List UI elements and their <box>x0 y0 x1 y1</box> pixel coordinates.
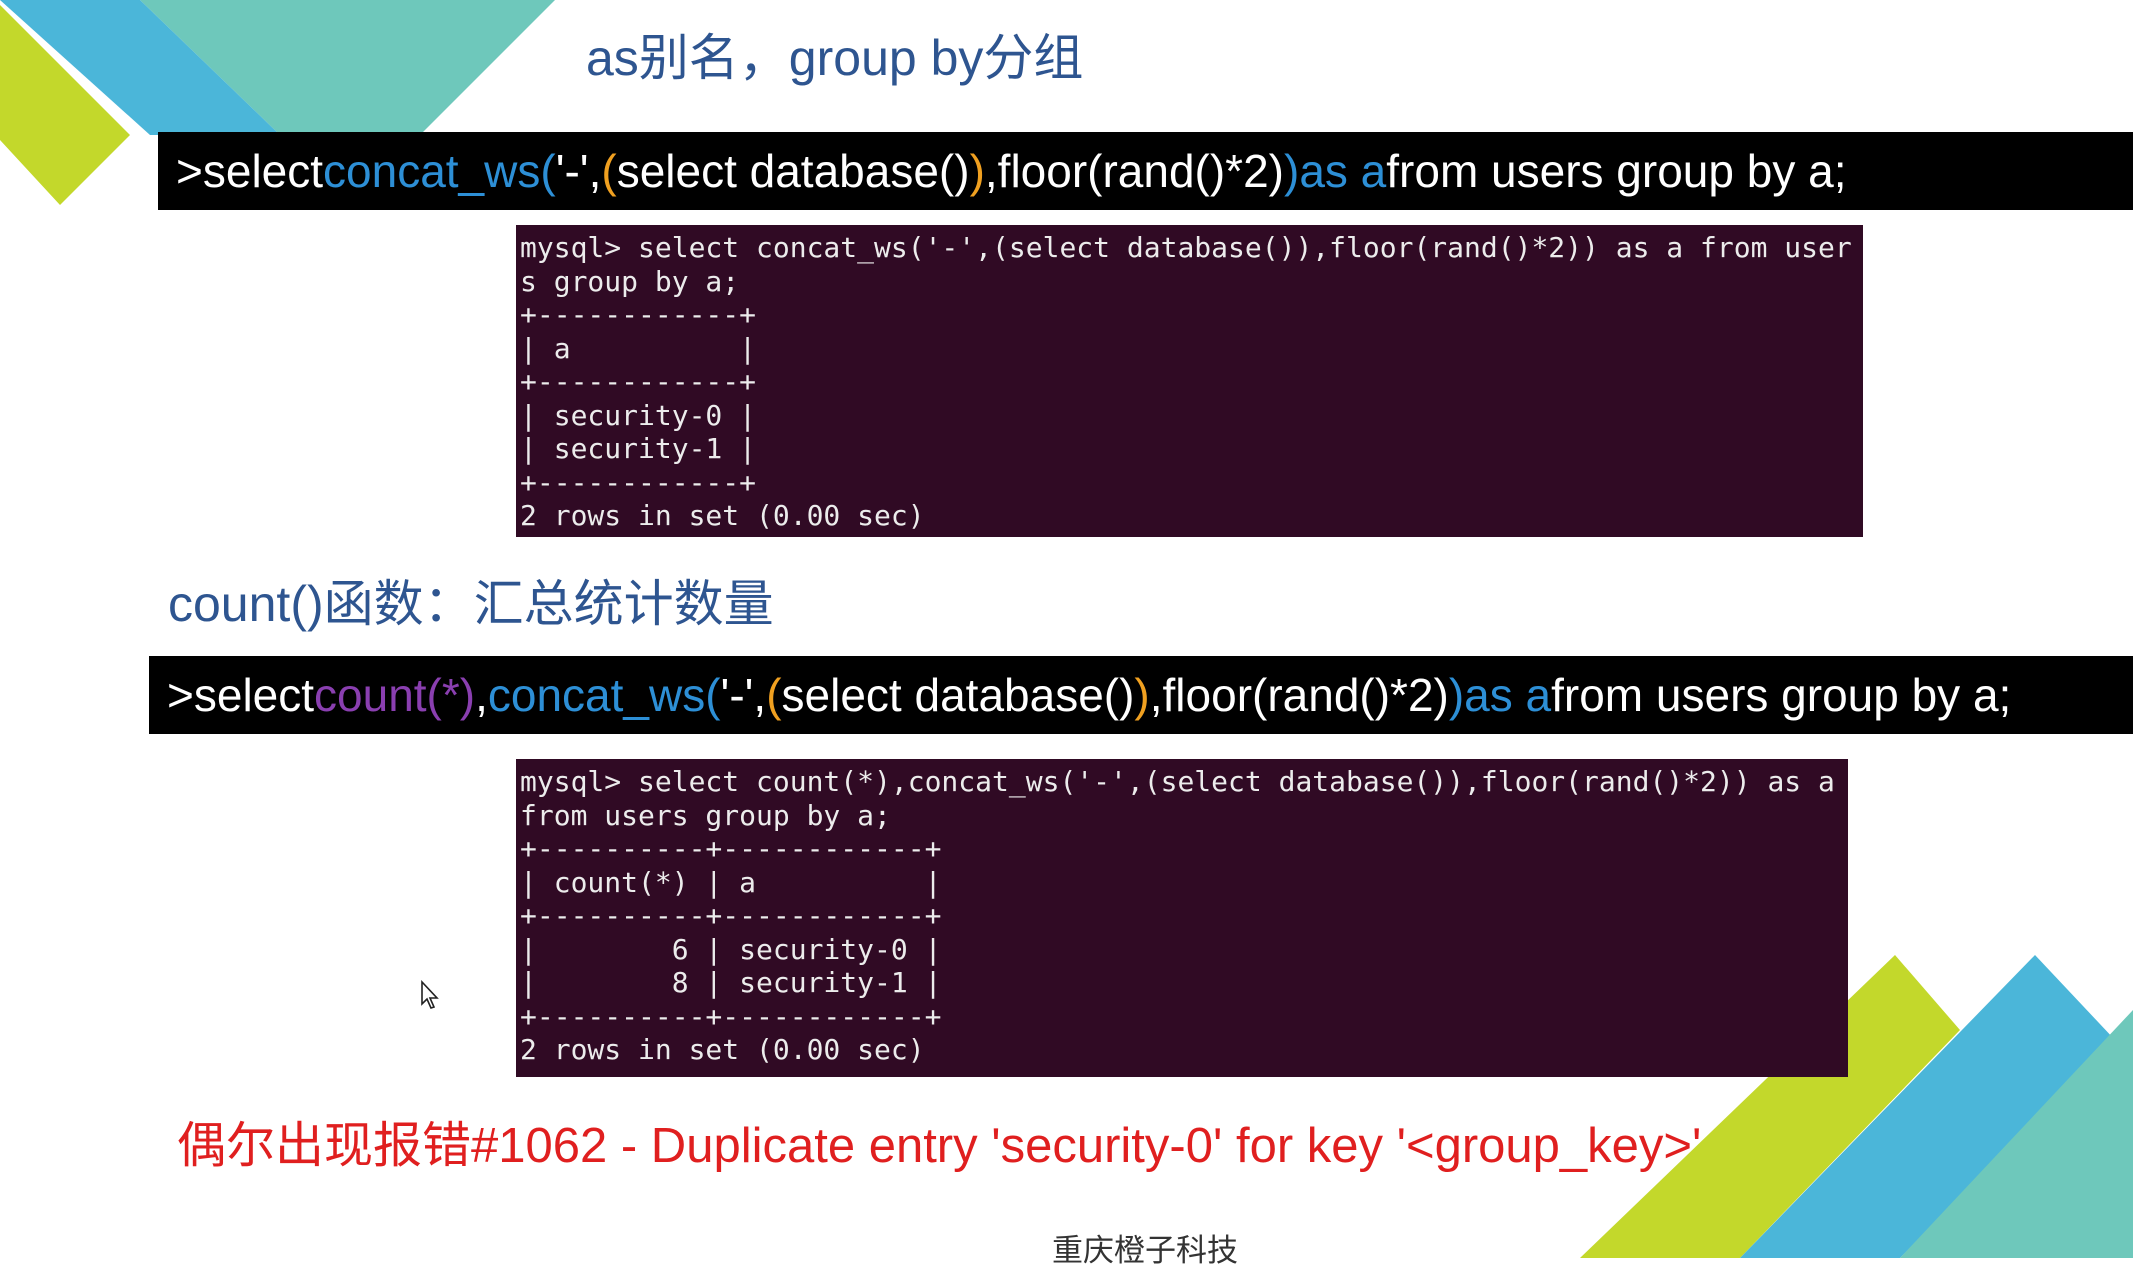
cmd2-part: >select <box>167 669 315 721</box>
terminal-line: +----------+------------+ <box>520 899 942 932</box>
cmd2-count-function: count(*) <box>314 669 476 721</box>
cmd1-part: from users group by a; <box>1386 145 1847 197</box>
terminal-line: from users group by a; <box>520 798 891 832</box>
cmd2-part: , <box>475 669 488 721</box>
terminal-line: | security-0 | <box>520 398 757 432</box>
deco-teal-top <box>0 0 555 135</box>
terminal-line: | count(*) | a | <box>520 865 942 899</box>
cmd2-paren: ) <box>1134 669 1150 721</box>
error-note: 偶尔出现报错#1062 - Duplicate entry 'security-… <box>177 1119 1702 1173</box>
terminal-line: 2 rows in set (0.00 sec) <box>520 1033 925 1066</box>
terminal-line: mysql> select concat_ws('-',(select data… <box>520 231 1852 264</box>
cmd2-part: '-', <box>720 669 767 721</box>
mouse-pointer-icon <box>421 980 439 1009</box>
cmd1-function: concat_ws( <box>323 145 556 197</box>
section-heading: count()函数：汇总统计数量 <box>168 576 774 632</box>
terminal-line: | 6 | security-0 | <box>520 932 942 966</box>
cmd1-alias: as a <box>1299 145 1387 197</box>
footer-brand: 重庆橙子科技 <box>1052 1233 1238 1268</box>
terminal-line: +------------+ <box>520 365 757 398</box>
terminal-line: +------------+ <box>520 465 757 499</box>
sql-command-bar-2: >select count(*), concat_ws('-',(select d… <box>149 656 2133 734</box>
cmd2-part: select database() <box>781 669 1135 721</box>
terminal-output-2: mysql> select count(*),concat_ws('-',(se… <box>516 759 1848 1077</box>
terminal-line: mysql> select count(*),concat_ws('-',(se… <box>520 765 1835 798</box>
terminal-line: s group by a; <box>520 264 740 298</box>
terminal-line: | 8 | security-1 | <box>520 966 942 999</box>
deco-blue-top <box>0 0 280 135</box>
cmd1-part: '-', <box>555 145 602 197</box>
cmd2-paren: ) <box>1448 669 1465 721</box>
terminal-line: +----------+------------+ <box>520 832 942 865</box>
cmd1-paren: ) <box>969 145 985 197</box>
sql-command-bar-1: >select concat_ws('-',(select database()… <box>158 132 2133 210</box>
cmd2-alias: as a <box>1464 669 1552 721</box>
terminal-line: +----------+------------+ <box>520 999 942 1033</box>
cmd2-function: concat_ws( <box>487 669 721 721</box>
cmd1-part: ,floor(rand()*2) <box>984 145 1284 197</box>
slide-title: as别名，group by分组 <box>586 30 1084 86</box>
terminal-line: | a | <box>520 331 757 365</box>
cmd1-paren: ) <box>1283 145 1300 197</box>
cmd2-part: ,floor(rand()*2) <box>1149 669 1449 721</box>
cmd2-paren: ( <box>766 669 782 721</box>
terminal-line: | security-1 | <box>520 432 757 465</box>
terminal-line: +------------+ <box>520 298 757 331</box>
cmd1-part: select database() <box>616 145 970 197</box>
terminal-output-1: mysql> select concat_ws('-',(select data… <box>516 225 1863 537</box>
deco-green-top <box>0 0 130 205</box>
cmd1-paren: ( <box>601 145 617 197</box>
cmd1-part: >select <box>176 145 324 197</box>
deco-teal-bottom <box>1900 1010 2133 1258</box>
cmd2-part: from users group by a; <box>1551 669 2012 721</box>
terminal-line: 2 rows in set (0.00 sec) <box>520 499 925 532</box>
